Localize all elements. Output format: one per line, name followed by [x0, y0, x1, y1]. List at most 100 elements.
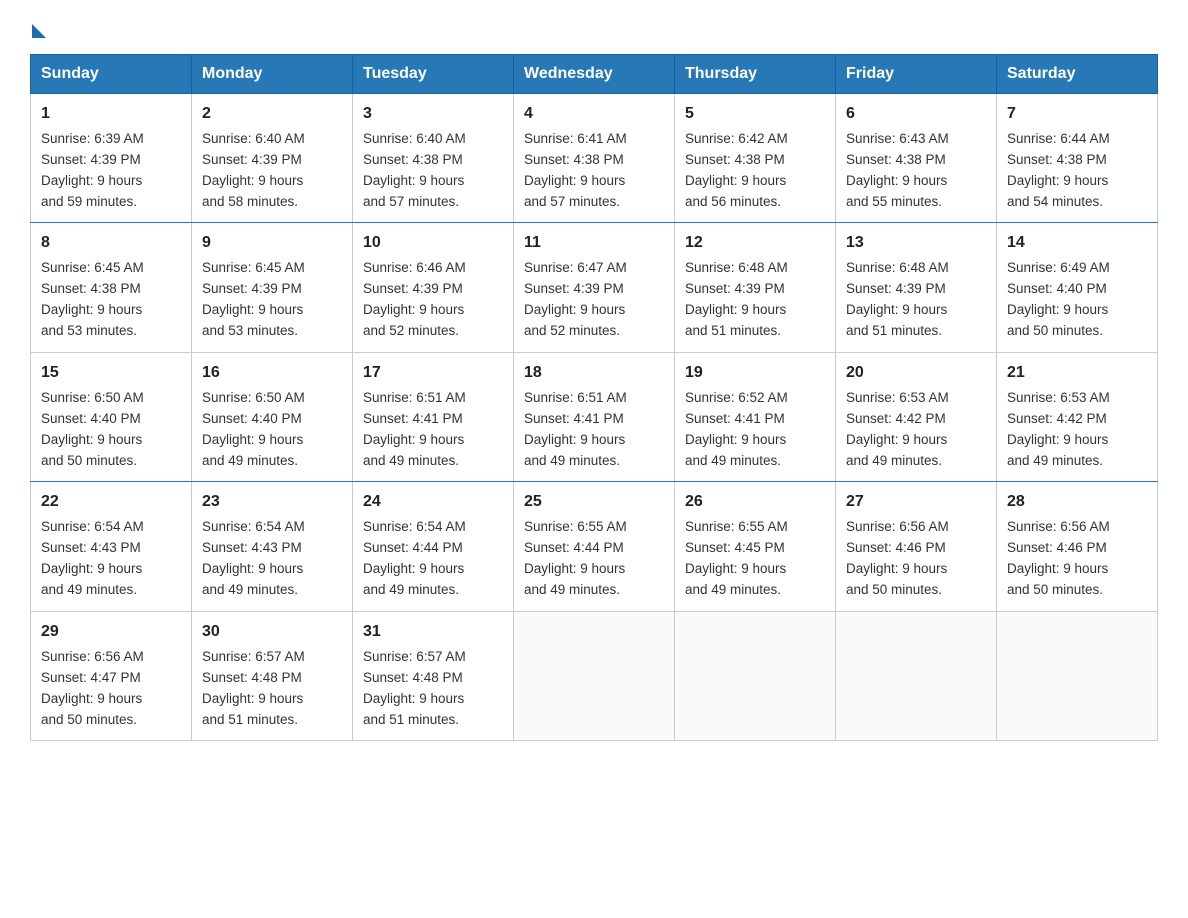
daylight-minutes: and 49 minutes.: [202, 582, 298, 597]
daylight-label: Daylight: 9 hours: [846, 302, 947, 317]
sunrise-label: Sunrise: 6:56 AM: [846, 519, 949, 534]
daylight-label: Daylight: 9 hours: [846, 561, 947, 576]
sunset-label: Sunset: 4:39 PM: [846, 281, 946, 296]
sunset-label: Sunset: 4:39 PM: [41, 152, 141, 167]
daylight-label: Daylight: 9 hours: [685, 173, 786, 188]
daylight-minutes: and 50 minutes.: [41, 712, 137, 727]
sunset-label: Sunset: 4:39 PM: [685, 281, 785, 296]
calendar-cell: [675, 611, 836, 740]
sunrise-label: Sunrise: 6:53 AM: [846, 390, 949, 405]
header-tuesday: Tuesday: [353, 55, 514, 94]
day-number: 19: [685, 361, 825, 386]
daylight-minutes: and 51 minutes.: [202, 712, 298, 727]
daylight-label: Daylight: 9 hours: [202, 302, 303, 317]
sunrise-label: Sunrise: 6:45 AM: [202, 260, 305, 275]
daylight-minutes: and 54 minutes.: [1007, 194, 1103, 209]
calendar-cell: 27 Sunrise: 6:56 AM Sunset: 4:46 PM Dayl…: [836, 482, 997, 611]
daylight-label: Daylight: 9 hours: [524, 561, 625, 576]
sunrise-label: Sunrise: 6:56 AM: [41, 649, 144, 664]
sunrise-label: Sunrise: 6:48 AM: [685, 260, 788, 275]
calendar-cell: [514, 611, 675, 740]
sunset-label: Sunset: 4:41 PM: [685, 411, 785, 426]
daylight-label: Daylight: 9 hours: [846, 432, 947, 447]
sunset-label: Sunset: 4:40 PM: [202, 411, 302, 426]
sunset-label: Sunset: 4:38 PM: [846, 152, 946, 167]
daylight-label: Daylight: 9 hours: [41, 561, 142, 576]
day-number: 14: [1007, 231, 1147, 256]
week-row-1: 1 Sunrise: 6:39 AM Sunset: 4:39 PM Dayli…: [31, 94, 1158, 223]
calendar-cell: 18 Sunrise: 6:51 AM Sunset: 4:41 PM Dayl…: [514, 352, 675, 481]
day-number: 2: [202, 102, 342, 127]
daylight-minutes: and 52 minutes.: [363, 323, 459, 338]
sunset-label: Sunset: 4:45 PM: [685, 540, 785, 555]
calendar-cell: 31 Sunrise: 6:57 AM Sunset: 4:48 PM Dayl…: [353, 611, 514, 740]
daylight-minutes: and 50 minutes.: [846, 582, 942, 597]
daylight-label: Daylight: 9 hours: [524, 302, 625, 317]
daylight-label: Daylight: 9 hours: [1007, 561, 1108, 576]
calendar-cell: 29 Sunrise: 6:56 AM Sunset: 4:47 PM Dayl…: [31, 611, 192, 740]
calendar-cell: 24 Sunrise: 6:54 AM Sunset: 4:44 PM Dayl…: [353, 482, 514, 611]
daylight-minutes: and 56 minutes.: [685, 194, 781, 209]
daylight-label: Daylight: 9 hours: [1007, 302, 1108, 317]
calendar-cell: 21 Sunrise: 6:53 AM Sunset: 4:42 PM Dayl…: [997, 352, 1158, 481]
daylight-label: Daylight: 9 hours: [202, 561, 303, 576]
daylight-minutes: and 50 minutes.: [1007, 582, 1103, 597]
calendar-cell: 23 Sunrise: 6:54 AM Sunset: 4:43 PM Dayl…: [192, 482, 353, 611]
day-number: 10: [363, 231, 503, 256]
sunset-label: Sunset: 4:48 PM: [363, 670, 463, 685]
day-number: 29: [41, 620, 181, 645]
sunrise-label: Sunrise: 6:39 AM: [41, 131, 144, 146]
sunset-label: Sunset: 4:41 PM: [363, 411, 463, 426]
daylight-label: Daylight: 9 hours: [846, 173, 947, 188]
calendar-cell: 2 Sunrise: 6:40 AM Sunset: 4:39 PM Dayli…: [192, 94, 353, 223]
week-row-2: 8 Sunrise: 6:45 AM Sunset: 4:38 PM Dayli…: [31, 223, 1158, 352]
sunset-label: Sunset: 4:47 PM: [41, 670, 141, 685]
sunset-label: Sunset: 4:43 PM: [202, 540, 302, 555]
sunrise-label: Sunrise: 6:56 AM: [1007, 519, 1110, 534]
daylight-label: Daylight: 9 hours: [363, 561, 464, 576]
header-saturday: Saturday: [997, 55, 1158, 94]
daylight-label: Daylight: 9 hours: [685, 432, 786, 447]
daylight-label: Daylight: 9 hours: [363, 691, 464, 706]
week-row-3: 15 Sunrise: 6:50 AM Sunset: 4:40 PM Dayl…: [31, 352, 1158, 481]
calendar-cell: 12 Sunrise: 6:48 AM Sunset: 4:39 PM Dayl…: [675, 223, 836, 352]
sunrise-label: Sunrise: 6:43 AM: [846, 131, 949, 146]
sunset-label: Sunset: 4:44 PM: [524, 540, 624, 555]
calendar-cell: 28 Sunrise: 6:56 AM Sunset: 4:46 PM Dayl…: [997, 482, 1158, 611]
sunset-label: Sunset: 4:38 PM: [524, 152, 624, 167]
day-number: 16: [202, 361, 342, 386]
sunrise-label: Sunrise: 6:54 AM: [202, 519, 305, 534]
sunrise-label: Sunrise: 6:42 AM: [685, 131, 788, 146]
calendar-cell: 20 Sunrise: 6:53 AM Sunset: 4:42 PM Dayl…: [836, 352, 997, 481]
day-number: 18: [524, 361, 664, 386]
daylight-minutes: and 49 minutes.: [685, 582, 781, 597]
day-number: 31: [363, 620, 503, 645]
daylight-minutes: and 49 minutes.: [685, 453, 781, 468]
day-number: 15: [41, 361, 181, 386]
calendar-cell: 11 Sunrise: 6:47 AM Sunset: 4:39 PM Dayl…: [514, 223, 675, 352]
day-number: 11: [524, 231, 664, 256]
daylight-minutes: and 51 minutes.: [846, 323, 942, 338]
sunset-label: Sunset: 4:39 PM: [202, 281, 302, 296]
day-number: 6: [846, 102, 986, 127]
sunrise-label: Sunrise: 6:54 AM: [363, 519, 466, 534]
calendar-cell: 4 Sunrise: 6:41 AM Sunset: 4:38 PM Dayli…: [514, 94, 675, 223]
sunset-label: Sunset: 4:42 PM: [846, 411, 946, 426]
daylight-label: Daylight: 9 hours: [202, 691, 303, 706]
header-sunday: Sunday: [31, 55, 192, 94]
daylight-minutes: and 51 minutes.: [685, 323, 781, 338]
sunset-label: Sunset: 4:40 PM: [41, 411, 141, 426]
calendar-cell: 16 Sunrise: 6:50 AM Sunset: 4:40 PM Dayl…: [192, 352, 353, 481]
day-number: 27: [846, 490, 986, 515]
daylight-label: Daylight: 9 hours: [363, 173, 464, 188]
daylight-label: Daylight: 9 hours: [41, 173, 142, 188]
calendar-cell: 9 Sunrise: 6:45 AM Sunset: 4:39 PM Dayli…: [192, 223, 353, 352]
sunrise-label: Sunrise: 6:51 AM: [363, 390, 466, 405]
header-friday: Friday: [836, 55, 997, 94]
sunset-label: Sunset: 4:43 PM: [41, 540, 141, 555]
daylight-label: Daylight: 9 hours: [41, 432, 142, 447]
day-number: 8: [41, 231, 181, 256]
sunrise-label: Sunrise: 6:55 AM: [685, 519, 788, 534]
daylight-label: Daylight: 9 hours: [41, 302, 142, 317]
daylight-minutes: and 59 minutes.: [41, 194, 137, 209]
